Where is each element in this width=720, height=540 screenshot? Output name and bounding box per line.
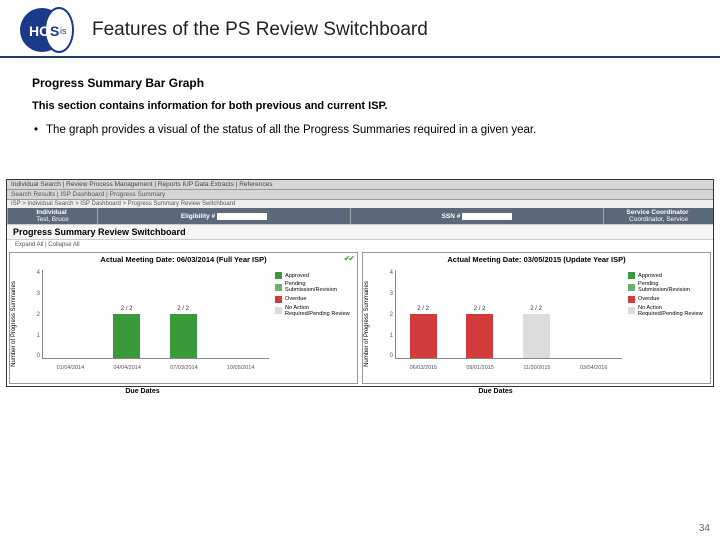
page-title: Features of the PS Review Switchboard [92, 19, 702, 41]
swatch-icon [275, 272, 282, 279]
individual-value: Test, Bruce [36, 216, 69, 223]
ssn-label: SSN # [442, 213, 461, 220]
bar: 2 / 2 [113, 314, 140, 358]
swatch-icon [628, 272, 635, 279]
swatch-icon [628, 307, 635, 314]
chart-title: Actual Meeting Date: 03/05/2015 (Update … [365, 255, 708, 264]
svg-text:S: S [50, 23, 59, 39]
plot-area: 2 / 2 2 / 2 [42, 270, 269, 359]
nav-row-2: Search Results | ISP Dashboard | Progres… [7, 190, 713, 200]
swatch-icon [275, 296, 282, 303]
individual-label: Individual [36, 209, 66, 216]
x-ticks: 06/03/201509/01/201511/30/201503/04/2016 [395, 365, 622, 371]
chart-area: Number of Progress Summaries 01234 2 / 2… [12, 266, 273, 381]
swatch-icon [275, 307, 282, 314]
hcsis-logo-icon: HC S is [18, 6, 78, 54]
body-content: Progress Summary Bar Graph This section … [0, 58, 720, 151]
sc-value: Coordinator, Service [629, 216, 688, 223]
y-axis-label: Number of Progress Summaries [11, 281, 17, 367]
chart-right: Actual Meeting Date: 03/05/2015 (Update … [362, 252, 711, 384]
swatch-icon [628, 284, 635, 291]
svg-text:HC: HC [29, 23, 49, 39]
info-bar: Individual Test, Bruce Eligibility # SSN… [7, 208, 713, 224]
charts-row: ✔✔ Actual Meeting Date: 06/03/2014 (Full… [7, 250, 713, 386]
ssn-value [462, 213, 512, 220]
chart-left: ✔✔ Actual Meeting Date: 06/03/2014 (Full… [9, 252, 358, 384]
x-axis-label: Due Dates [12, 388, 273, 395]
swatch-icon [628, 296, 635, 303]
plot-area: 2 / 2 2 / 2 2 / 2 [395, 270, 622, 359]
eligibility-value [217, 213, 267, 220]
svg-text:is: is [60, 26, 67, 36]
sc-label: Service Coordinator [626, 209, 688, 216]
y-ticks: 01234 [383, 270, 393, 359]
embedded-screenshot: Individual Search | Review Process Manag… [6, 179, 714, 387]
bar: 2 / 2 [410, 314, 437, 358]
x-axis-label: Due Dates [365, 388, 626, 395]
bullet-item: • The graph provides a visual of the sta… [32, 122, 688, 139]
legend: Approved Pending Submission/Revision Ove… [626, 266, 708, 381]
y-axis-label: Number of Progress Summaries [364, 281, 370, 367]
checkmarks-icon: ✔✔ [344, 254, 353, 263]
bullet-icon: • [34, 122, 38, 139]
y-ticks: 01234 [30, 270, 40, 359]
eligibility-label: Eligibility # [181, 213, 215, 220]
chart-title: Actual Meeting Date: 06/03/2014 (Full Ye… [12, 255, 355, 264]
expand-collapse[interactable]: Expand All | Collapse All [7, 240, 713, 250]
chart-area: Number of Progress Summaries 01234 2 / 2… [365, 266, 626, 381]
legend: Approved Pending Submission/Revision Ove… [273, 266, 355, 381]
breadcrumb: ISP > Individual Search > ISP Dashboard … [7, 200, 713, 208]
nav-row-1: Individual Search | Review Process Manag… [7, 180, 713, 190]
x-ticks: 01/04/201404/04/201407/03/201410/05/2014 [42, 365, 269, 371]
bar: 2 / 2 [170, 314, 197, 358]
section-title: Progress Summary Bar Graph [32, 76, 688, 90]
bullet-text: The graph provides a visual of the statu… [46, 122, 536, 139]
section-subtitle: This section contains information for bo… [32, 100, 688, 112]
panel-title: Progress Summary Review Switchboard [7, 224, 713, 240]
bar: 2 / 2 [466, 314, 493, 358]
bar: 2 / 2 [523, 314, 550, 358]
page-number: 34 [699, 523, 710, 534]
slide-header: HC S is Features of the PS Review Switch… [0, 0, 720, 58]
swatch-icon [275, 284, 282, 291]
